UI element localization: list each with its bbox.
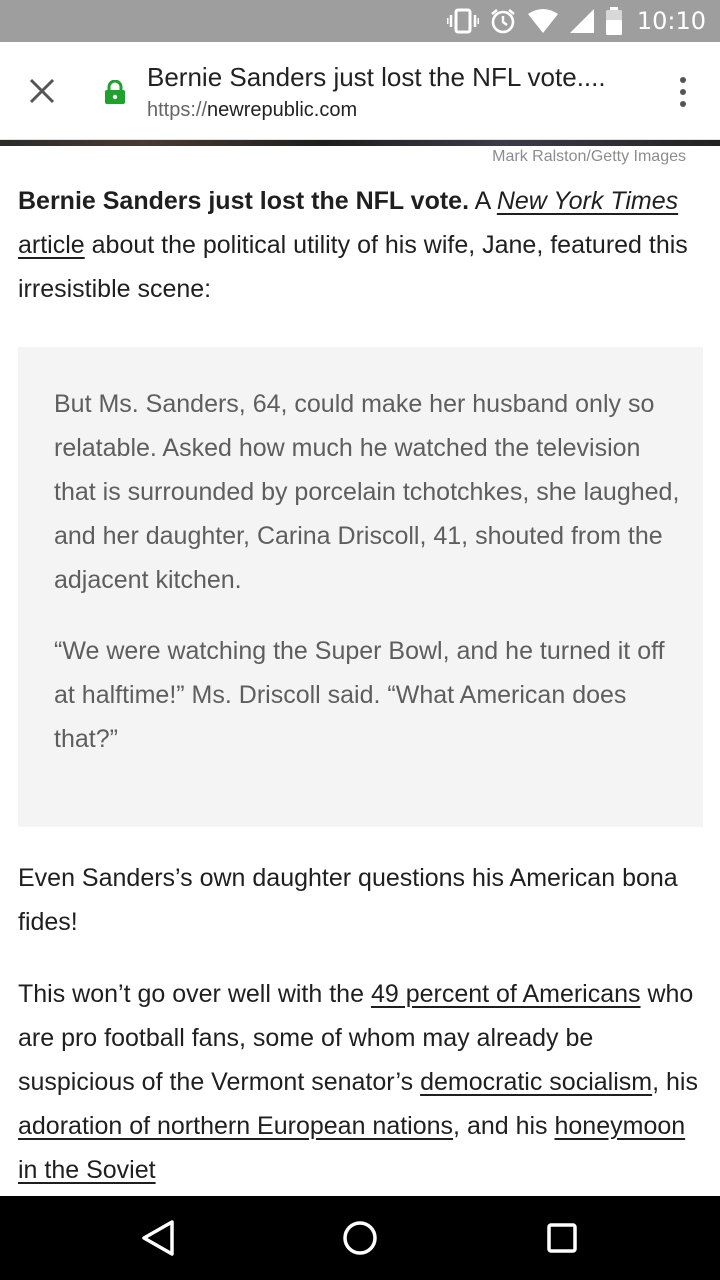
back-icon [142, 1220, 174, 1256]
intro-bold: Bernie Sanders just lost the NFL vote. [18, 187, 470, 215]
browser-toolbar: Bernie Sanders just lost the NFL vote...… [0, 42, 720, 140]
intro-post: about the political utility of his wife,… [18, 231, 688, 303]
alarm-icon [489, 7, 517, 35]
menu-dot [680, 77, 686, 83]
status-bar: 10:10 [0, 0, 720, 42]
navigation-bar [0, 1196, 720, 1280]
p3-text-4: , and his [453, 1112, 555, 1140]
url-scheme: https:// [147, 99, 208, 121]
nyt-link-italic: New York Times [496, 187, 679, 215]
close-icon [29, 78, 55, 104]
vibrate-icon [446, 8, 479, 34]
title-block[interactable]: Bernie Sanders just lost the NFL vote...… [147, 60, 647, 124]
wifi-icon [527, 8, 559, 34]
quote-paragraph-2: “We were watching the Super Bowl, and he… [54, 637, 665, 753]
back-button[interactable] [136, 1216, 180, 1260]
intro-pre: A [469, 187, 497, 215]
blockquote: But Ms. Sanders, 64, could make her husb… [18, 347, 703, 827]
page-url: https://newrepublic.com [147, 96, 647, 124]
close-button[interactable] [20, 69, 64, 113]
signal-icon [569, 8, 595, 34]
home-button[interactable] [338, 1216, 382, 1260]
article-content[interactable]: Mark Ralston/Getty Images Bernie Sanders… [0, 140, 720, 1196]
p3-text-3: , his [652, 1068, 698, 1096]
northern-europe-link[interactable]: adoration of northern European nations [18, 1112, 453, 1140]
menu-dot [680, 101, 686, 107]
battery-icon [605, 7, 623, 35]
intro-paragraph: Bernie Sanders just lost the NFL vote. A… [18, 179, 698, 311]
menu-dot [680, 89, 686, 95]
paragraph-3: This won’t go over well with the 49 perc… [18, 972, 698, 1192]
lock-icon[interactable] [104, 80, 126, 104]
football-fans-link[interactable]: 49 percent of Americans [371, 980, 641, 1008]
photo-credit: Mark Ralston/Getty Images [492, 148, 686, 165]
status-icons: 10:10 [446, 0, 706, 42]
home-icon [343, 1221, 377, 1255]
recents-button[interactable] [540, 1216, 584, 1260]
url-domain: newrepublic.com [207, 99, 358, 121]
overflow-menu-button[interactable] [668, 72, 698, 112]
democratic-socialism-link[interactable]: democratic socialism [420, 1068, 652, 1096]
page-title: Bernie Sanders just lost the NFL vote...… [147, 62, 606, 92]
quote-paragraph-1: But Ms. Sanders, 64, could make her husb… [54, 390, 680, 594]
clock: 10:10 [636, 7, 706, 35]
paragraph-2: Even Sanders’s own daughter questions hi… [18, 864, 678, 936]
p3-text-1: This won’t go over well with the [18, 980, 371, 1008]
nyt-link-rest: article [18, 231, 85, 259]
recents-icon [547, 1223, 577, 1253]
